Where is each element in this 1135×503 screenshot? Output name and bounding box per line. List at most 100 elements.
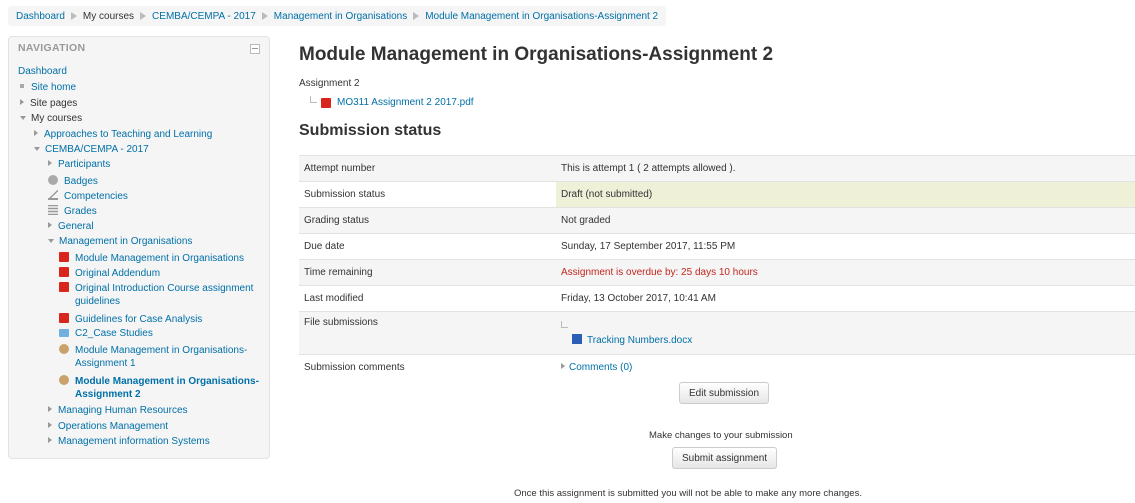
nav-item-original-introduction[interactable]: Original Introduction Course assignment (59, 282, 253, 295)
comments-link[interactable]: Comments (0) (569, 362, 632, 373)
submitted-file-link[interactable]: Tracking Numbers.docx (587, 335, 692, 346)
nav-operations-management-label: Operations Management (58, 421, 169, 432)
section-heading: Submission status (299, 122, 442, 139)
comments-cell: Comments (0) (556, 354, 1135, 380)
row-label: File submissions (299, 311, 556, 355)
overdue-value: Assignment is overdue by: 25 days 10 hou… (556, 259, 1135, 286)
expand-arrow-icon (48, 437, 52, 443)
pdf-icon (321, 97, 331, 108)
table-row: Submission comments Comments (0) (299, 354, 1135, 380)
table-row: Due date Sunday, 17 September 2017, 11:5… (299, 233, 1135, 260)
nav-management-in-organisations-label: Management in Organisations (59, 236, 193, 247)
nav-item-module-management[interactable]: Module Management in Organisations (59, 252, 244, 265)
nav-item-label-continued[interactable]: Assignment 1 (75, 358, 136, 370)
breadcrumb-dashboard[interactable]: Dashboard (16, 11, 65, 22)
expand-arrow-icon (48, 160, 52, 166)
nav-participants[interactable]: Participants (48, 159, 110, 171)
assignment-icon (59, 375, 69, 385)
nav-participants-label: Participants (58, 159, 111, 170)
pdf-icon (59, 313, 69, 323)
nav-item-label-continued[interactable]: Assignment 2 (75, 389, 141, 401)
expand-arrow-icon (561, 363, 565, 369)
nav-item-label-continued[interactable]: guidelines (75, 296, 120, 308)
nav-site-home-label: Site home (31, 82, 77, 93)
expand-arrow-icon (48, 422, 52, 428)
nav-course-approaches[interactable]: Approaches to Teaching and Learning (34, 129, 212, 141)
nav-management-information-systems[interactable]: Management information Systems (48, 436, 210, 448)
nav-badges-label: Badges (64, 176, 98, 187)
nav-site-pages[interactable]: Site pages (20, 98, 77, 110)
attachment-link[interactable]: MO311 Assignment 2 2017.pdf (337, 97, 474, 108)
competencies-icon (48, 190, 58, 200)
nav-competencies-label: Competencies (64, 191, 128, 202)
collapse-arrow-icon (34, 147, 40, 151)
submit-warning-text: Once this assignment is submitted you wi… (514, 488, 862, 499)
nav-general-label: General (58, 221, 94, 232)
nav-item-assignment-1[interactable]: Module Management in Organisations- (59, 344, 247, 357)
row-label: Submission status (299, 181, 556, 208)
submit-assignment-button[interactable]: Submit assignment (672, 447, 778, 469)
edit-submission-button[interactable]: Edit submission (679, 382, 770, 404)
page-title: Module Management in Organisations-Assig… (299, 44, 774, 65)
row-label: Attempt number (299, 155, 556, 182)
breadcrumb-section[interactable]: Management in Organisations (274, 11, 407, 22)
table-row: File submissions Tracking Numbers.docx (299, 311, 1135, 355)
nav-item-assignment-2-active[interactable]: Module Management in Organisations- (59, 375, 259, 388)
nav-competencies[interactable]: Competencies (48, 190, 128, 203)
table-row: Time remaining Assignment is overdue by:… (299, 259, 1135, 286)
file-submission-cell: Tracking Numbers.docx (556, 311, 1135, 355)
breadcrumb-current[interactable]: Module Management in Organisations-Assig… (425, 11, 658, 22)
nav-dashboard[interactable]: Dashboard (18, 66, 67, 78)
expand-arrow-icon (34, 130, 38, 136)
nav-item-label: Module Management in Organisations- (75, 376, 259, 387)
breadcrumb-separator-icon (140, 12, 147, 20)
row-label: Last modified (299, 285, 556, 312)
assignment-description: Assignment 2 (299, 78, 360, 89)
row-label: Due date (299, 233, 556, 260)
breadcrumb-my-courses: My courses (82, 10, 135, 22)
breadcrumb-course[interactable]: CEMBA/CEMPA - 2017 (152, 11, 256, 22)
nav-managing-human-resources[interactable]: Managing Human Resources (48, 405, 188, 417)
tree-connector-icon (310, 96, 317, 103)
nav-item-guidelines[interactable]: Guidelines for Case Analysis (59, 313, 202, 326)
pdf-icon (59, 282, 69, 292)
nav-site-home[interactable]: Site home (20, 82, 76, 94)
table-row: Last modified Friday, 13 October 2017, 1… (299, 285, 1135, 312)
nav-grades-label: Grades (64, 206, 97, 217)
breadcrumb-separator-icon (70, 12, 77, 20)
breadcrumb-separator-icon (261, 12, 268, 20)
pdf-icon (59, 252, 69, 262)
nav-operations-management[interactable]: Operations Management (48, 421, 168, 433)
nav-management-information-systems-label: Management information Systems (58, 436, 210, 447)
submission-status-table: Attempt number This is attempt 1 ( 2 att… (299, 155, 1135, 380)
expand-arrow-icon (48, 406, 52, 412)
row-value: Not graded (556, 207, 1135, 234)
grades-table-icon (48, 205, 58, 215)
collapse-arrow-icon (20, 116, 26, 120)
folder-icon (59, 329, 69, 337)
row-value: Sunday, 17 September 2017, 11:55 PM (556, 233, 1135, 260)
nav-item-c2-case-studies[interactable]: C2_Case Studies (59, 328, 153, 340)
nav-badges[interactable]: Badges (48, 175, 98, 188)
nav-item-label: Original Introduction Course assignment (75, 283, 254, 294)
collapse-block-icon[interactable] (250, 44, 260, 54)
nav-general[interactable]: General (48, 221, 94, 233)
bullet-icon (20, 84, 24, 88)
row-label: Time remaining (299, 259, 556, 286)
nav-item-original-addendum[interactable]: Original Addendum (59, 267, 160, 280)
row-label: Submission comments (299, 354, 556, 380)
attachment-row: MO311 Assignment 2 2017.pdf (299, 96, 474, 108)
nav-course-approaches-label: Approaches to Teaching and Learning (44, 129, 213, 140)
nav-managing-human-resources-label: Managing Human Resources (58, 405, 188, 416)
nav-site-pages-label: Site pages (30, 98, 78, 109)
nav-grades[interactable]: Grades (48, 205, 97, 218)
nav-course-cemba[interactable]: CEMBA/CEMPA - 2017 (34, 144, 149, 156)
nav-course-cemba-label: CEMBA/CEMPA - 2017 (45, 144, 149, 155)
word-document-icon (572, 334, 582, 344)
table-row: Submission status Draft (not submitted) (299, 181, 1135, 208)
row-value: This is attempt 1 ( 2 attempts allowed )… (556, 155, 1135, 182)
nav-my-courses[interactable]: My courses (20, 113, 82, 125)
assignment-icon (59, 344, 69, 354)
breadcrumb-separator-icon (413, 12, 420, 20)
nav-management-in-organisations[interactable]: Management in Organisations (48, 236, 192, 248)
